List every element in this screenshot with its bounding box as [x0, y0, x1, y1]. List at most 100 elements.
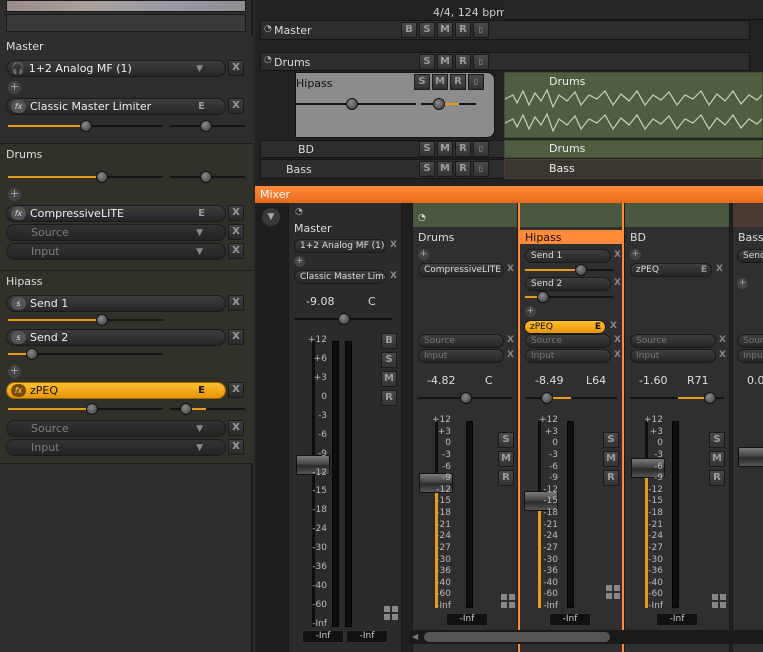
add-insert-button[interactable]: +	[418, 249, 429, 260]
source-select[interactable]: Source	[418, 334, 504, 348]
solo-button[interactable]: S	[498, 432, 514, 448]
add-insert-button[interactable]: +	[8, 81, 21, 94]
solo-button[interactable]: S	[414, 74, 430, 90]
remove-send-button[interactable]: X	[228, 295, 244, 311]
pan-value[interactable]: L64	[586, 374, 606, 387]
meter-options-icon[interactable]	[606, 585, 620, 599]
edit-button[interactable]: E	[595, 321, 601, 333]
gain-value[interactable]: 0.00	[747, 374, 763, 387]
volume-slider[interactable]	[8, 403, 163, 415]
pan-slider[interactable]	[525, 392, 617, 404]
remove-input-button[interactable]: X	[505, 350, 516, 361]
volume-slider[interactable]	[8, 171, 163, 183]
insert-classic-master-limiter[interactable]: fx Classic Master Limiter E	[6, 98, 226, 115]
send-2[interactable]: Send 2	[525, 277, 611, 291]
power-icon[interactable]: ◔	[264, 24, 272, 34]
clip-drums-2[interactable]: Drums	[504, 140, 763, 158]
remove-button[interactable]: X	[228, 60, 244, 76]
mute-button[interactable]: M	[498, 451, 514, 467]
record-button[interactable]: R	[455, 22, 471, 38]
remove-button[interactable]: X	[388, 240, 399, 251]
remove-send-button[interactable]: X	[612, 250, 623, 261]
mute-button[interactable]: M	[603, 451, 619, 467]
clip-bass[interactable]: Bass	[504, 159, 763, 179]
solo-button[interactable]: S	[419, 22, 435, 38]
remove-source-button[interactable]: X	[505, 335, 516, 346]
mixer-scrollbar[interactable]: ◀	[410, 630, 763, 644]
trash-icon[interactable]: ▯	[473, 141, 489, 157]
edit-button[interactable]: E	[198, 208, 205, 219]
input-select[interactable]: Input ▼	[6, 243, 226, 260]
mute-button[interactable]: M	[432, 74, 448, 90]
meter-options-icon[interactable]	[501, 594, 515, 608]
send-2-level-slider[interactable]	[525, 291, 613, 303]
record-button[interactable]: R	[455, 141, 471, 157]
volume-slider[interactable]	[296, 98, 416, 110]
power-icon[interactable]: ◔	[264, 55, 272, 65]
pan-slider[interactable]	[421, 98, 476, 110]
add-insert-button[interactable]: +	[8, 365, 21, 378]
insert-zpeq[interactable]: zPEQ E	[630, 263, 712, 277]
send-1[interactable]: s Send 1	[6, 295, 226, 312]
remove-insert-button[interactable]: X	[228, 98, 244, 114]
track-hipass[interactable]: Hipass S M R ▯	[295, 72, 495, 138]
record-button[interactable]: R	[498, 470, 514, 486]
output-select[interactable]: 🎧 1+2 Analog MF (1) ▼	[6, 60, 226, 77]
mute-button[interactable]: M	[381, 371, 397, 387]
power-icon[interactable]: ◔	[418, 213, 426, 223]
source-select[interactable]: Source	[525, 334, 611, 348]
remove-insert-button[interactable]: X	[505, 264, 516, 275]
send-1-level-slider[interactable]	[8, 314, 163, 326]
source-select[interactable]: Source ▼	[6, 420, 226, 437]
solo-button[interactable]: S	[709, 432, 725, 448]
record-button[interactable]: R	[709, 470, 725, 486]
record-button[interactable]: R	[455, 54, 471, 70]
gain-value[interactable]: -8.49	[535, 374, 563, 387]
timeline-ruler[interactable]	[504, 0, 763, 20]
pan-slider[interactable]	[630, 392, 724, 404]
mixer-collapse-button[interactable]: ▼	[262, 208, 280, 226]
meter-options-icon[interactable]	[384, 606, 398, 620]
pan-slider[interactable]	[170, 171, 245, 183]
record-button[interactable]: R	[381, 390, 397, 406]
trash-icon[interactable]: ▯	[473, 161, 489, 177]
remove-source-button[interactable]: X	[612, 335, 623, 346]
scroll-left-icon[interactable]: ◀	[412, 632, 418, 641]
insert-compressivelite[interactable]: CompressiveLITE	[418, 263, 504, 277]
input-select[interactable]: Input	[418, 349, 504, 363]
remove-send-button[interactable]: X	[612, 278, 623, 289]
source-select[interactable]: Source ▼	[6, 224, 226, 241]
record-button[interactable]: R	[455, 161, 471, 177]
trash-icon[interactable]: ▯	[473, 22, 489, 38]
solo-button[interactable]: S	[419, 141, 435, 157]
mute-button[interactable]: M	[709, 451, 725, 467]
remove-insert-button[interactable]: X	[228, 382, 244, 398]
remove-input-button[interactable]: X	[228, 243, 244, 259]
bypass-button[interactable]: B	[381, 333, 397, 349]
remove-insert-button[interactable]: X	[228, 205, 244, 221]
scrollbar-thumb[interactable]	[424, 632, 610, 642]
pan-value[interactable]: C	[485, 374, 493, 387]
source-select[interactable]: Source	[630, 334, 716, 348]
bypass-button[interactable]: B	[401, 22, 417, 38]
solo-button[interactable]: S	[419, 54, 435, 70]
remove-insert-button[interactable]: X	[388, 271, 399, 282]
trash-icon[interactable]: ▯	[473, 54, 489, 70]
pan-slider[interactable]	[418, 392, 512, 404]
solo-button[interactable]: S	[603, 432, 619, 448]
track-master[interactable]: ◔ Master B S M R ▯	[260, 20, 750, 40]
send-1[interactable]: Send 1	[525, 249, 611, 263]
trash-icon[interactable]: ▯	[468, 74, 484, 90]
remove-input-button[interactable]: X	[228, 439, 244, 455]
input-select[interactable]: Input	[630, 349, 716, 363]
send-2-level-slider[interactable]	[8, 348, 163, 360]
source-select[interactable]: Source	[737, 334, 763, 348]
add-insert-button[interactable]: +	[525, 306, 536, 317]
insert-classic-master-limiter[interactable]: Classic Master Limi	[294, 270, 386, 284]
solo-button[interactable]: S	[419, 161, 435, 177]
remove-insert-button[interactable]: X	[714, 264, 725, 275]
remove-send-button[interactable]: X	[228, 329, 244, 345]
add-insert-button[interactable]: +	[737, 278, 748, 289]
input-select[interactable]: Input	[525, 349, 611, 363]
record-button[interactable]: R	[603, 470, 619, 486]
